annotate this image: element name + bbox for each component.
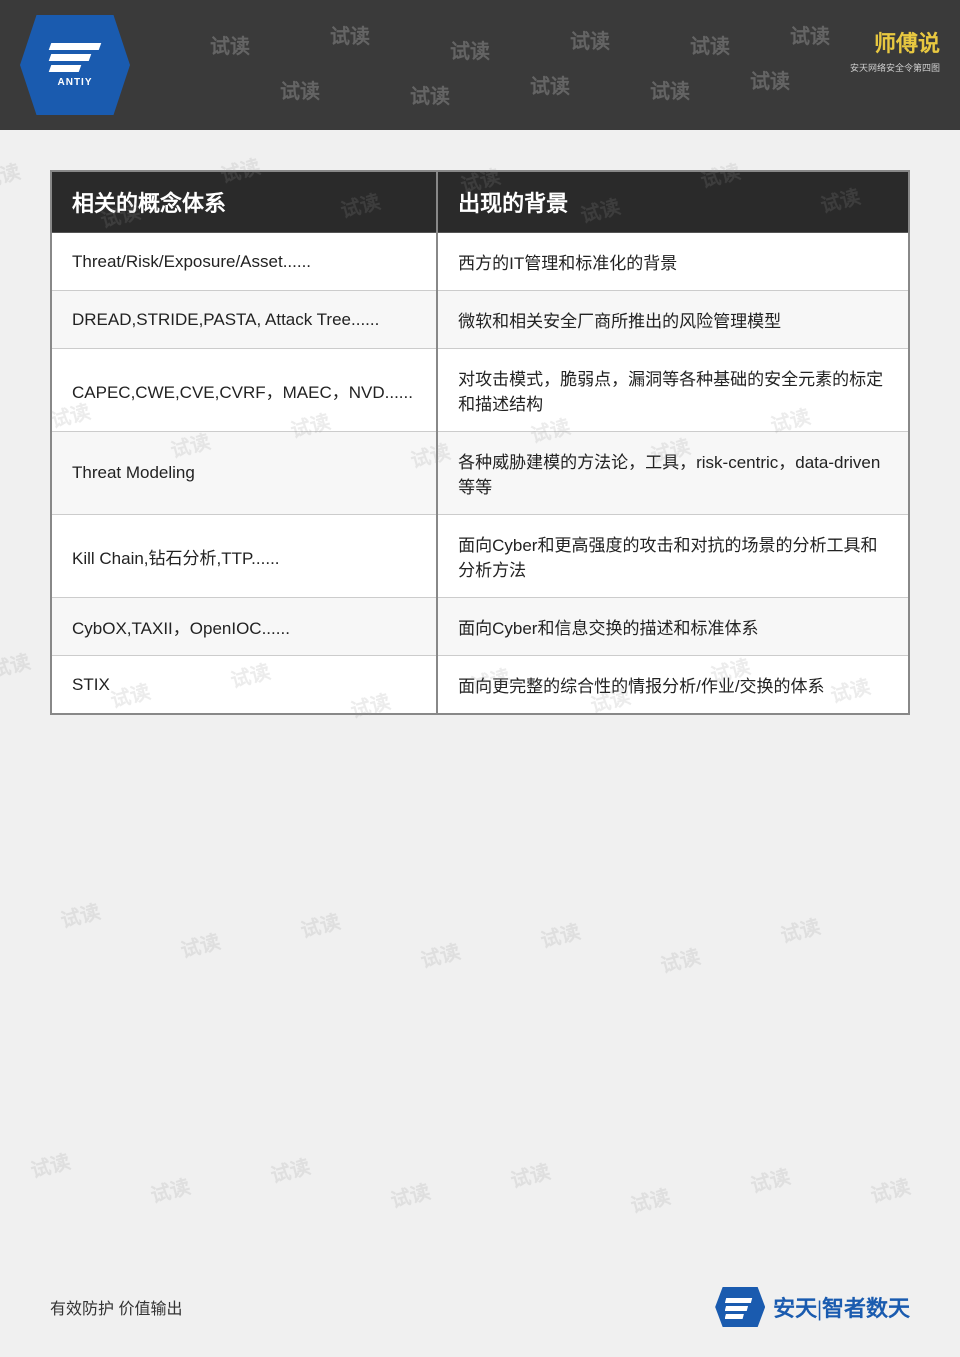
cell-left-0: Threat/Risk/Exposure/Asset...... (51, 233, 437, 291)
page-wm-26: 试读 (297, 905, 343, 943)
table-row: Threat Modeling各种威胁建模的方法论，工具，risk-centri… (51, 432, 909, 515)
page-wm-27: 试读 (417, 935, 463, 973)
table-row: CybOX,TAXII，OpenIOC......面向Cyber和信息交换的描述… (51, 598, 909, 656)
wm-8: 试读 (410, 80, 450, 109)
logo-stripes (50, 43, 100, 72)
wm-2: 试读 (330, 20, 370, 49)
cell-right-6: 面向更完整的综合性的情报分析/作业/交换的体系 (437, 656, 909, 715)
cell-left-2: CAPEC,CWE,CVE,CVRF，MAEC，NVD...... (51, 349, 437, 432)
badge-subtitle: 安天网络安全令第四图 (850, 62, 940, 75)
wm-10: 试读 (650, 75, 690, 104)
wm-1: 试读 (210, 30, 250, 59)
table-row: DREAD,STRIDE,PASTA, Attack Tree......微软和… (51, 291, 909, 349)
col-header-left: 相关的概念体系 (51, 171, 437, 233)
page-wm-35: 试读 (507, 1155, 553, 1193)
logo-stripe-3 (49, 65, 82, 72)
page-wm-34: 试读 (387, 1175, 433, 1213)
cell-left-3: Threat Modeling (51, 432, 437, 515)
header-logo: ANTIY (20, 15, 130, 115)
wm-5: 试读 (690, 30, 730, 59)
cell-right-2: 对攻击模式，脆弱点，漏洞等各种基础的安全元素的标定和描述结构 (437, 349, 909, 432)
page-wm-25: 试读 (177, 925, 223, 963)
page-wm-38: 试读 (867, 1170, 913, 1208)
cell-right-1: 微软和相关安全厂商所推出的风险管理模型 (437, 291, 909, 349)
table-row: STIX面向更完整的综合性的情报分析/作业/交换的体系 (51, 656, 909, 715)
page-wm-28: 试读 (537, 915, 583, 953)
page-wm-37: 试读 (747, 1160, 793, 1198)
page-wm-29: 试读 (657, 940, 703, 978)
wm-7: 试读 (280, 75, 320, 104)
wm-4: 试读 (570, 25, 610, 54)
page-wm-24: 试读 (57, 895, 103, 933)
cell-left-6: STIX (51, 656, 437, 715)
logo-text: ANTIY (58, 77, 93, 88)
cell-right-4: 面向Cyber和更高强度的攻击和对抗的场景的分析工具和分析方法 (437, 515, 909, 598)
footer-logo-text-group: 安天|智者数天 (773, 1291, 910, 1323)
footer-logo-sub: 安天|智者数天 (773, 1296, 910, 1321)
page-wm-30: 试读 (777, 910, 823, 948)
wm-3: 试读 (450, 35, 490, 64)
table-row: Kill Chain,钻石分析,TTP......面向Cyber和更高强度的攻击… (51, 515, 909, 598)
footer-logo-icon (715, 1287, 765, 1327)
logo-stripe-1 (49, 43, 102, 50)
page-wm-36: 试读 (627, 1180, 673, 1218)
footer: 有效防护 价值输出 安天|智者数天 (0, 1287, 960, 1327)
footer-logo: 安天|智者数天 (715, 1287, 910, 1327)
footer-slogan: 有效防护 价值输出 (50, 1295, 182, 1319)
cell-right-3: 各种威胁建模的方法论，工具，risk-centric，data-driven等等 (437, 432, 909, 515)
cell-left-4: Kill Chain,钻石分析,TTP...... (51, 515, 437, 598)
cell-left-5: CybOX,TAXII，OpenIOC...... (51, 598, 437, 656)
page-wm-32: 试读 (147, 1170, 193, 1208)
page-wm-31: 试读 (27, 1145, 73, 1183)
logo-stripe-2 (49, 54, 92, 61)
table-row: CAPEC,CWE,CVE,CVRF，MAEC，NVD......对攻击模式，脆… (51, 349, 909, 432)
main-content: 相关的概念体系 出现的背景 Threat/Risk/Exposure/Asset… (0, 130, 960, 745)
wm-9: 试读 (530, 70, 570, 99)
page-wm-33: 试读 (267, 1150, 313, 1188)
header-badge: 师傅说 安天网络安全令第四图 (820, 10, 940, 90)
cell-right-5: 面向Cyber和信息交换的描述和标准体系 (437, 598, 909, 656)
col-header-right: 出现的背景 (437, 171, 909, 233)
footer-logo-svg (725, 1295, 755, 1320)
badge-title: 师傅说 (874, 26, 940, 58)
cell-right-0: 西方的IT管理和标准化的背景 (437, 233, 909, 291)
wm-11: 试读 (750, 65, 790, 94)
cell-left-1: DREAD,STRIDE,PASTA, Attack Tree...... (51, 291, 437, 349)
concept-table: 相关的概念体系 出现的背景 Threat/Risk/Exposure/Asset… (50, 170, 910, 715)
table-row: Threat/Risk/Exposure/Asset......西方的IT管理和… (51, 233, 909, 291)
header: ANTIY 试读 试读 试读 试读 试读 试读 试读 试读 试读 试读 试读 师… (0, 0, 960, 130)
